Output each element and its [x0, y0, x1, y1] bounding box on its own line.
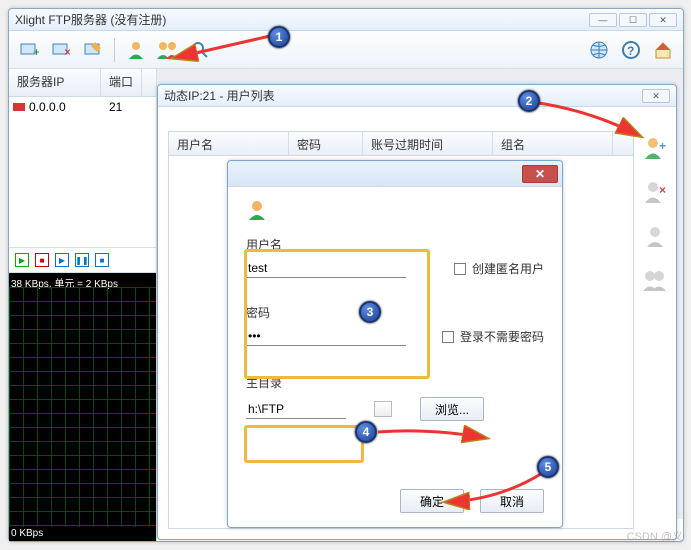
main-toolbar: + × ?: [9, 31, 683, 69]
dialog-close-button[interactable]: ✕: [522, 165, 558, 183]
ok-button[interactable]: 确定: [400, 489, 464, 513]
server-controls: ▶ ■ ▶ ❚❚ ■: [9, 247, 156, 273]
nopassword-label: 登录不需要密码: [460, 328, 544, 345]
userlist-titlebar: 动态IP:21 - 用户列表 ✕: [158, 85, 676, 107]
graph-bottom-label: 0 KBps: [11, 528, 43, 539]
server-ip-value: 0.0.0.0: [29, 97, 66, 117]
col-expire[interactable]: 账号过期时间: [363, 132, 493, 155]
home-icon[interactable]: [649, 36, 677, 64]
svg-text:×: ×: [659, 183, 666, 197]
anonymous-label: 创建匿名用户: [472, 260, 544, 277]
svg-text:+: +: [659, 139, 666, 153]
home-label: 主目录: [246, 374, 544, 391]
col-server-ip[interactable]: 服务器IP: [9, 69, 101, 96]
stop-button[interactable]: ■: [35, 253, 49, 267]
server-list: 0.0.0.0 21: [9, 97, 156, 247]
globe-icon[interactable]: [585, 36, 613, 64]
dialog-titlebar: ✕: [228, 161, 562, 187]
bandwidth-graph: 38 KBps, 单元 = 2 KBps 0 KBps: [9, 273, 156, 541]
server-columns: 服务器IP 端口: [9, 69, 156, 97]
home-input[interactable]: [246, 400, 346, 419]
play-button[interactable]: ▶: [55, 253, 69, 267]
col-password[interactable]: 密码: [289, 132, 363, 155]
password-label: 密码: [246, 304, 544, 321]
folder-preview-icon: [374, 401, 392, 417]
user-group-icon[interactable]: [642, 223, 668, 249]
remove-user-icon[interactable]: ×: [642, 179, 668, 205]
password-input[interactable]: [246, 327, 406, 346]
add-user-dialog: ✕ 用户名 创建匿名用户 密码 登录不需要密码 主目录 浏览...: [227, 160, 563, 528]
server-list-panel: 服务器IP 端口 0.0.0.0 21 ▶ ■ ▶ ❚❚ ■ 38 KBps, …: [9, 69, 157, 541]
userlist-columns: 用户名 密码 账号过期时间 组名: [169, 132, 633, 156]
main-min-button[interactable]: —: [589, 13, 617, 27]
main-close-button[interactable]: ✕: [649, 13, 677, 27]
search-icon[interactable]: [186, 36, 214, 64]
svg-text:×: ×: [64, 45, 71, 59]
main-max-button[interactable]: ☐: [619, 13, 647, 27]
server-add-icon[interactable]: +: [15, 36, 43, 64]
dialog-user-icon: [246, 199, 268, 221]
col-server-port[interactable]: 端口: [101, 69, 142, 96]
username-label: 用户名: [246, 236, 544, 253]
col-username[interactable]: 用户名: [169, 132, 289, 155]
server-edit-icon[interactable]: [79, 36, 107, 64]
users-icon[interactable]: [154, 36, 182, 64]
users-group-icon[interactable]: [642, 267, 668, 293]
userlist-close-button[interactable]: ✕: [642, 89, 670, 103]
username-input[interactable]: [246, 259, 406, 278]
anonymous-checkbox[interactable]: [454, 263, 466, 275]
browse-button[interactable]: 浏览...: [420, 397, 484, 421]
graph-grid: [9, 287, 156, 527]
help-icon[interactable]: ?: [617, 36, 645, 64]
main-title: Xlight FTP服务器 (没有注册): [15, 9, 166, 31]
add-user-icon[interactable]: +: [642, 135, 668, 161]
watermark: CSDN @义: [627, 528, 683, 544]
col-group[interactable]: 组名: [493, 132, 613, 155]
svg-text:+: +: [33, 45, 39, 59]
userlist-title: 动态IP:21 - 用户列表: [164, 85, 275, 107]
main-titlebar: Xlight FTP服务器 (没有注册) — ☐ ✕: [9, 9, 683, 31]
server-row[interactable]: 0.0.0.0 21: [9, 97, 156, 117]
pause-button[interactable]: ❚❚: [75, 253, 89, 267]
server-remove-icon[interactable]: ×: [47, 36, 75, 64]
cancel-button[interactable]: 取消: [480, 489, 544, 513]
toolbar-separator: [114, 38, 115, 62]
stop2-button[interactable]: ■: [95, 253, 109, 267]
start-button[interactable]: ▶: [15, 253, 29, 267]
svg-text:?: ?: [627, 44, 634, 58]
highlight-box-home: [244, 425, 364, 463]
server-port-value: 21: [101, 97, 122, 117]
userlist-sidebar: + ×: [638, 135, 672, 293]
user-icon[interactable]: [122, 36, 150, 64]
server-status-icon: [13, 101, 25, 113]
nopassword-checkbox[interactable]: [442, 331, 454, 343]
